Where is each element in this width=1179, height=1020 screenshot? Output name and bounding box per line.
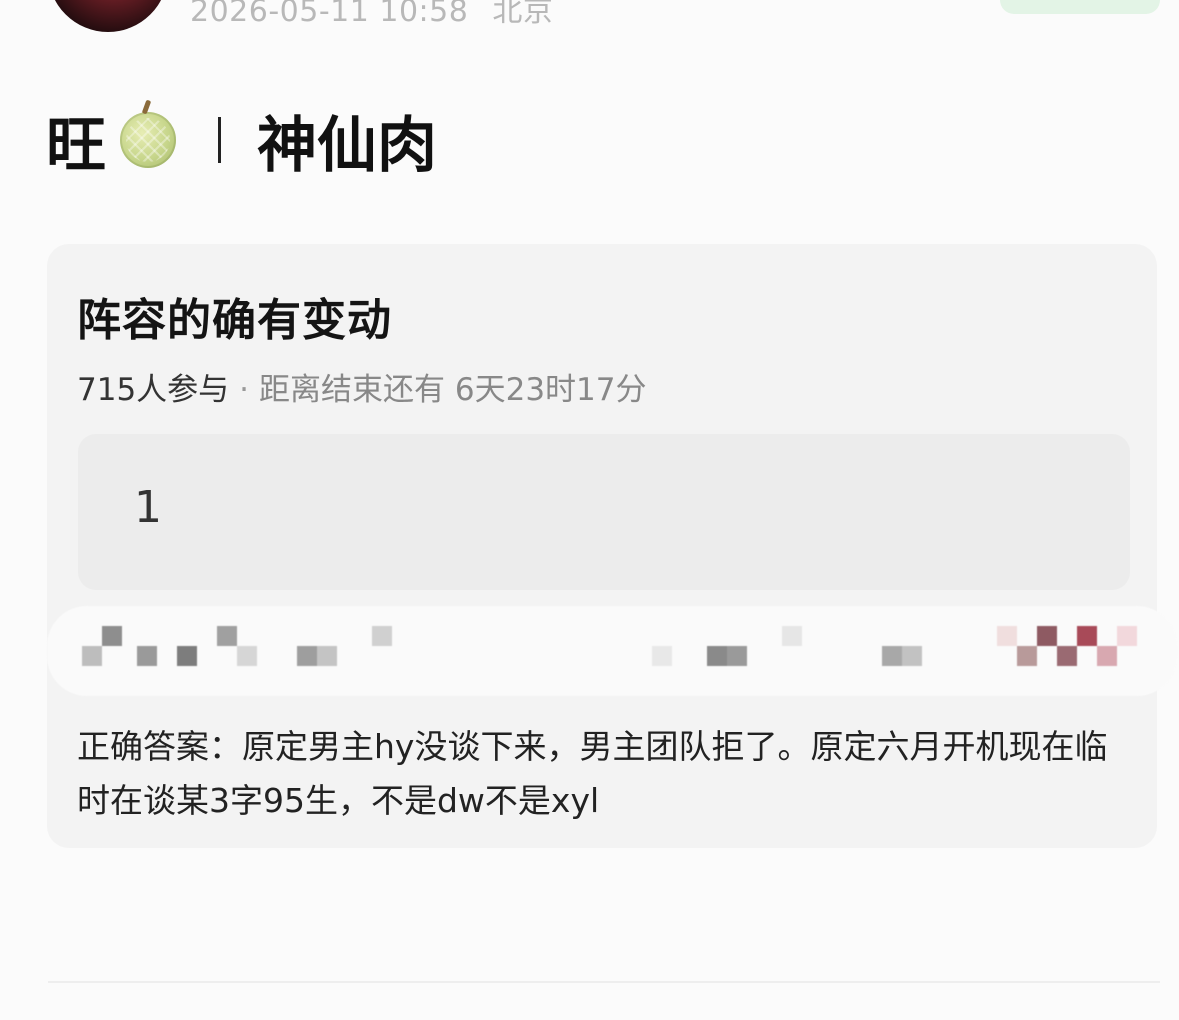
post-meta: 2026-05-11 10:58 北京 [190, 0, 553, 30]
mosaic-pixel [707, 646, 727, 666]
poll-option-label: 1 [134, 482, 162, 533]
post-title-right: 神仙肉 [257, 110, 437, 181]
title-divider [218, 117, 221, 163]
poll-meta: 715人参与 · 距离结束还有 6天23时17分 [77, 364, 647, 409]
mosaic-pixel [997, 626, 1017, 646]
poll-participants: 715人参与 [77, 372, 230, 408]
avatar[interactable] [48, 0, 168, 32]
mosaic-pixel [782, 626, 802, 646]
divider [48, 981, 1160, 983]
mosaic-pixel [372, 626, 392, 646]
mosaic-pixel [1097, 646, 1117, 666]
poll-card: 阵容的确有变动 715人参与 · 距离结束还有 6天23时17分 1 正确答案：… [47, 244, 1177, 848]
mosaic-pixel [727, 646, 747, 666]
mosaic-pixel [82, 646, 102, 666]
poll-option[interactable]: 1 [78, 434, 1130, 590]
poll-time-remaining: 距离结束还有 6天23时17分 [259, 372, 647, 408]
melon-icon [120, 112, 176, 168]
follow-button[interactable] [1000, 0, 1160, 14]
mosaic-pixel [902, 646, 922, 666]
mosaic-pixel [177, 646, 197, 666]
mosaic-pixel [297, 646, 317, 666]
meta-separator: · [239, 372, 250, 408]
mosaic-pixel [102, 626, 122, 646]
post-timestamp: 2026-05-11 10:58 [190, 0, 469, 29]
post-location: 北京 [492, 0, 554, 29]
mosaic-pixel [317, 646, 337, 666]
mosaic-pixel [1117, 626, 1137, 646]
mosaic-pixel [882, 646, 902, 666]
poll-answer: 正确答案：原定男主hy没谈下来，男主团队拒了。原定六月开机现在临时在谈某3字95… [77, 727, 1108, 820]
post-title-left: 旺 [46, 110, 106, 181]
mosaic-pixel [1037, 626, 1057, 646]
post-page: 2026-05-11 10:58 北京 旺 神仙肉 阵容的确有变动 715人参与… [0, 0, 1179, 1020]
mosaic-pixel [1057, 646, 1077, 666]
poll-title: 阵容的确有变动 [77, 295, 392, 346]
mosaic-pixel [652, 646, 672, 666]
mosaic-pixel [217, 626, 237, 646]
post-title: 旺 神仙肉 [46, 100, 437, 181]
mosaic-pixel [237, 646, 257, 666]
mosaic-pixel [1017, 646, 1037, 666]
pixelated-region [47, 606, 1177, 696]
mosaic-pixel [137, 646, 157, 666]
mosaic-pixel [1077, 626, 1097, 646]
